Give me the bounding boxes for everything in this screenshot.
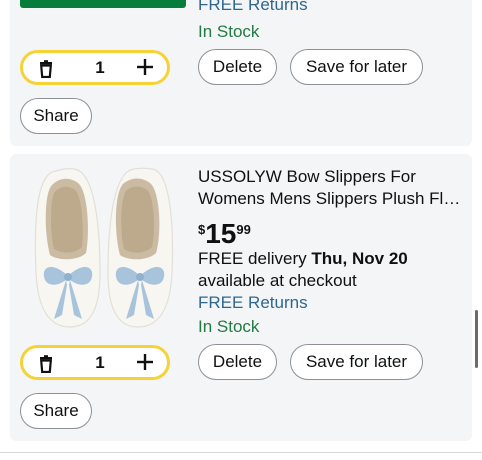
save-for-later-button[interactable]: Save for later [290, 344, 423, 380]
delete-button[interactable]: Delete [198, 344, 277, 380]
price-currency: $ [198, 222, 206, 237]
quantity-value: 1 [95, 353, 105, 372]
product-title-line-2[interactable]: Womens Mens Slippers Plush Fl… [198, 188, 460, 210]
delivery-suffix: available at checkout [198, 271, 357, 290]
trash-icon[interactable] [37, 355, 55, 373]
delete-button[interactable]: Delete [198, 49, 277, 85]
stock-status: In Stock [198, 317, 260, 336]
save-for-later-button[interactable]: Save for later [290, 49, 423, 85]
free-returns-link[interactable]: FREE Returns [198, 0, 308, 15]
product-title-line-1[interactable]: USSOLYW Bow Slippers For [198, 166, 416, 188]
product-image[interactable] [30, 163, 178, 329]
quantity-value: 1 [95, 58, 105, 77]
delivery-date: Thu, Nov 20 [311, 249, 408, 268]
share-button[interactable]: Share [20, 393, 92, 429]
free-returns-link[interactable]: FREE Returns [198, 293, 308, 313]
plus-icon[interactable] [135, 57, 155, 77]
price-whole: 15 [205, 218, 237, 249]
trash-icon[interactable] [37, 60, 55, 78]
quantity-stepper: 1 [20, 345, 170, 380]
scrollbar[interactable] [475, 310, 478, 368]
product-price: $1599 [198, 218, 251, 250]
plus-icon[interactable] [135, 352, 155, 372]
quantity-stepper: 1 [20, 50, 170, 85]
product-image-fragment [20, 0, 186, 8]
stock-status: In Stock [198, 22, 260, 41]
divider [0, 452, 482, 453]
delivery-prefix: FREE delivery [198, 249, 312, 268]
delivery-info: FREE delivery Thu, Nov 20 [198, 249, 408, 269]
price-fraction: 99 [236, 222, 251, 237]
share-button[interactable]: Share [20, 98, 92, 134]
